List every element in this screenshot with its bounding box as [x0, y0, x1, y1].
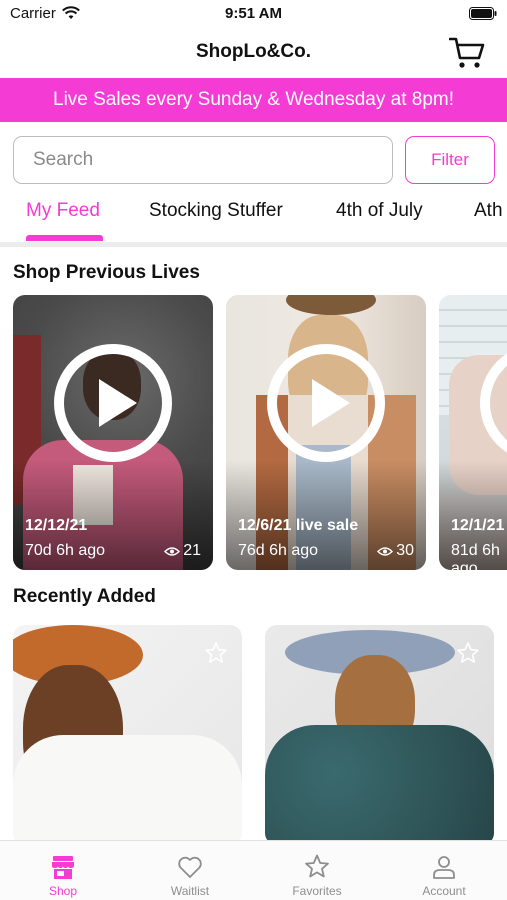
storefront-icon — [52, 856, 74, 879]
live-time-ago: 76d 6h ago — [238, 542, 319, 559]
battery-icon — [469, 7, 497, 20]
live-date: 12/12/21 — [25, 517, 88, 534]
live-date: 12/1/21 — [451, 517, 505, 534]
status-time: 9:51 AM — [225, 5, 282, 22]
tab-ath[interactable]: Ath — [474, 200, 503, 222]
tab-label: Favorites — [292, 884, 342, 898]
cart-icon[interactable] — [449, 36, 485, 70]
tab-account[interactable]: Account — [381, 841, 507, 900]
search-input[interactable] — [14, 137, 392, 183]
bottom-tab-bar: Shop Waitlist Favorites Account — [0, 840, 507, 900]
live-video-card[interactable]: 12/12/21 70d 6h ago 21 — [13, 295, 213, 570]
favorite-star-icon[interactable] — [456, 641, 480, 665]
live-time-ago: 81d 6h ago — [451, 542, 500, 570]
live-video-card[interactable]: 12/1/21 81d 6h ago — [439, 295, 507, 570]
tab-label: Waitlist — [170, 884, 210, 898]
tab-label: Account — [422, 884, 466, 898]
product-card[interactable] — [13, 625, 242, 845]
section-title-recently-added: Recently Added — [13, 586, 156, 607]
live-time-ago: 70d 6h ago — [25, 542, 106, 559]
live-date: 12/6/21 live sale — [238, 517, 359, 534]
filter-button[interactable]: Filter — [405, 136, 495, 184]
view-count: 21 — [183, 542, 201, 559]
tab-shop[interactable]: Shop — [0, 841, 126, 900]
live-views: 21 — [164, 542, 201, 560]
person-icon — [433, 856, 455, 879]
video-thumbnail-detail — [286, 295, 376, 315]
live-video-card[interactable]: 12/6/21 live sale 76d 6h ago 30 — [226, 295, 426, 570]
favorite-star-icon[interactable] — [204, 641, 228, 665]
tab-waitlist[interactable]: Waitlist — [127, 841, 253, 900]
category-tabs: My Feed Stocking Stuffer 4th of July Ath — [0, 193, 507, 245]
tab-label: Shop — [48, 884, 78, 898]
heart-icon — [178, 856, 202, 878]
eye-icon — [164, 546, 181, 556]
status-bar: Carrier 9:51 AM — [0, 0, 507, 28]
play-icon[interactable] — [479, 343, 507, 463]
tab-my-feed[interactable]: My Feed — [26, 200, 100, 222]
product-card[interactable] — [265, 625, 494, 845]
tab-4th-of-july[interactable]: 4th of July — [336, 200, 423, 222]
play-icon[interactable] — [266, 343, 386, 463]
product-image-detail — [265, 725, 494, 845]
active-tab-indicator — [26, 235, 103, 241]
live-views: 30 — [377, 542, 414, 560]
product-image-detail — [13, 735, 242, 845]
star-icon — [305, 854, 329, 878]
section-title-previous-lives: Shop Previous Lives — [13, 262, 200, 283]
tab-favorites[interactable]: Favorites — [254, 841, 380, 900]
tabs-divider — [0, 242, 507, 247]
play-icon[interactable] — [53, 343, 173, 463]
promo-banner: Live Sales every Sunday & Wednesday at 8… — [0, 78, 507, 122]
page-title: ShopLo&Co. — [195, 41, 312, 62]
view-count: 30 — [396, 542, 414, 559]
search-field[interactable] — [13, 136, 393, 184]
tab-stocking-stuffer[interactable]: Stocking Stuffer — [149, 200, 283, 222]
eye-icon — [377, 546, 394, 556]
